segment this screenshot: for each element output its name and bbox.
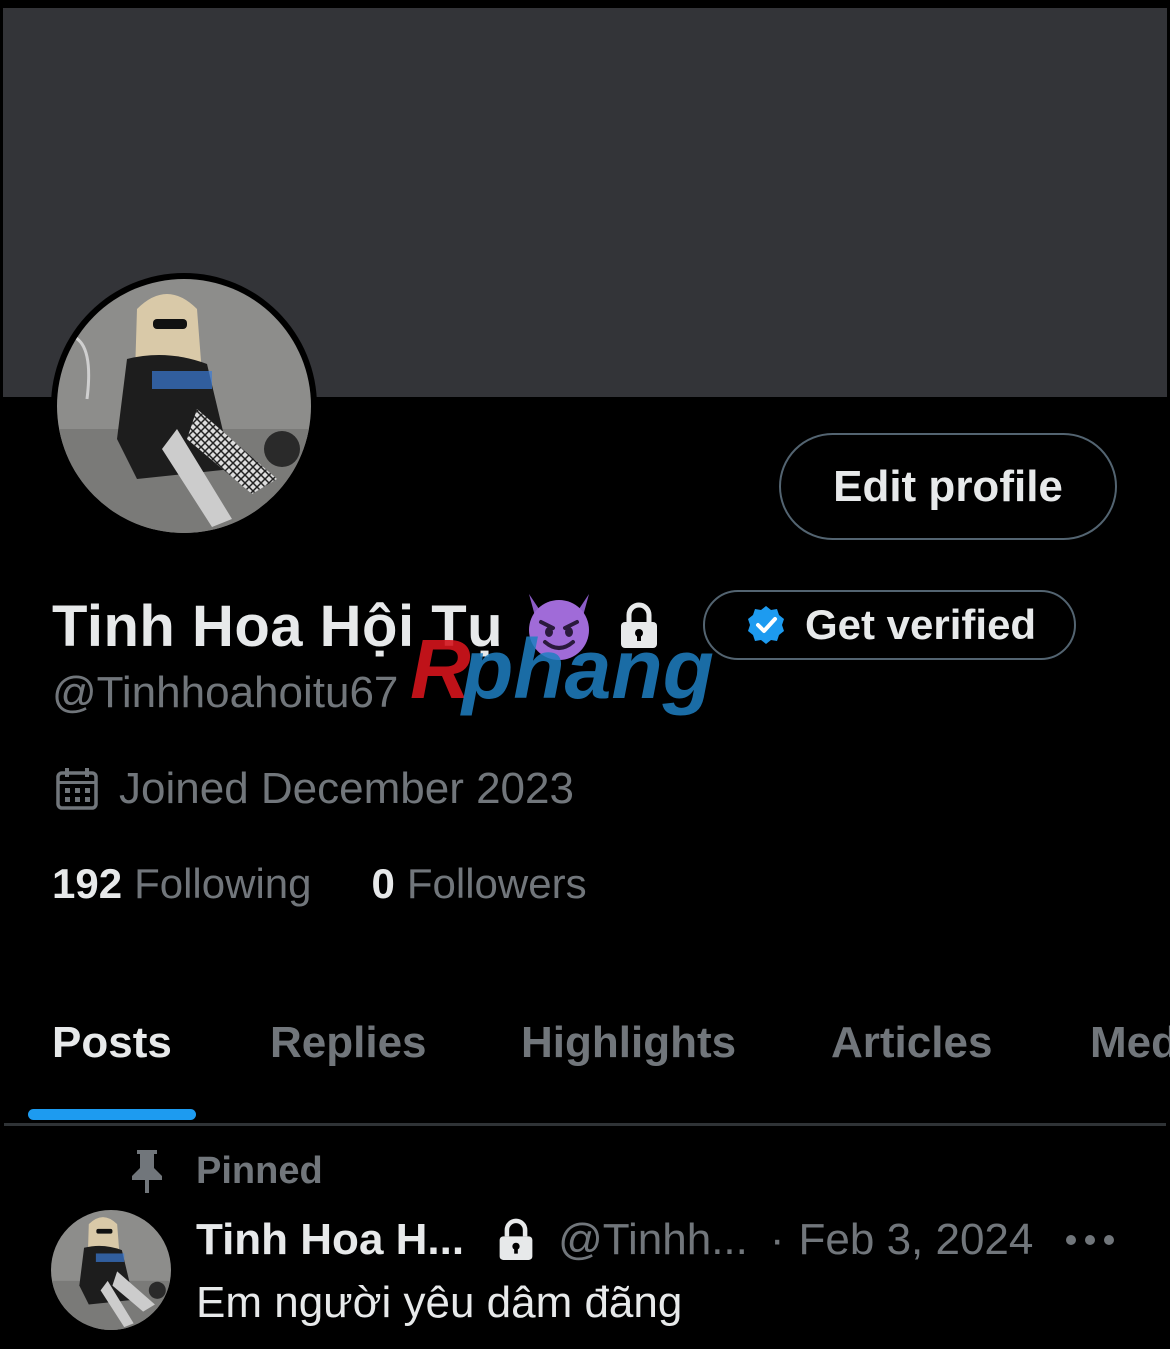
more-options-icon[interactable] [1066, 1230, 1114, 1250]
post-header: Tinh Hoa H... @Tinhh... · Feb 3, 2024 [196, 1212, 1033, 1268]
profile-avatar[interactable] [51, 273, 317, 539]
following-link[interactable]: 192 Following [52, 860, 312, 908]
followers-label: Followers [406, 860, 587, 907]
calendar-icon [56, 768, 98, 810]
post-text: Em người yêu dâm đãng [196, 1278, 683, 1327]
get-verified-label: Get verified [805, 601, 1037, 648]
pin-icon [132, 1150, 162, 1193]
post-author-handle[interactable]: @Tinhh... [558, 1215, 748, 1265]
profile-handle: @Tinhhoahoitu67 [52, 668, 399, 717]
post-date[interactable]: Feb 3, 2024 [799, 1215, 1034, 1265]
smiling-devil-emoji-icon [529, 594, 590, 660]
follow-stats: 192 Following 0 Followers [52, 860, 587, 908]
lock-icon [499, 1218, 533, 1260]
avatar-photo [57, 279, 311, 533]
tab-articles[interactable]: Articles [831, 1018, 992, 1068]
tab-highlights[interactable]: Highlights [521, 1018, 736, 1068]
post-author-avatar[interactable] [51, 1210, 171, 1330]
profile-display-name: Tinh Hoa Hội Tụ [52, 593, 504, 659]
joined-date: Joined December 2023 [55, 764, 574, 814]
active-tab-indicator [28, 1109, 196, 1120]
followers-link[interactable]: 0 Followers [372, 860, 587, 908]
following-count: 192 [52, 860, 123, 907]
tab-replies[interactable]: Replies [270, 1018, 427, 1068]
verified-badge-icon [748, 606, 784, 644]
tabs-divider [4, 1123, 1166, 1126]
lock-icon [621, 602, 658, 648]
tab-media[interactable]: Media [1090, 1018, 1170, 1068]
joined-text: Joined December 2023 [119, 764, 574, 813]
profile-name-row: Tinh Hoa Hội Tụ [52, 588, 661, 664]
pinned-label: Pinned [196, 1149, 323, 1192]
followers-count: 0 [371, 860, 395, 907]
following-label: Following [134, 860, 312, 907]
edit-profile-button[interactable]: Edit profile [779, 433, 1117, 540]
post-author-name[interactable]: Tinh Hoa H... [196, 1215, 464, 1265]
get-verified-button[interactable]: Get verified [703, 590, 1076, 660]
tab-posts[interactable]: Posts [52, 1018, 172, 1068]
separator-dot: · [769, 1215, 785, 1264]
pinned-indicator: Pinned [128, 1148, 323, 1194]
